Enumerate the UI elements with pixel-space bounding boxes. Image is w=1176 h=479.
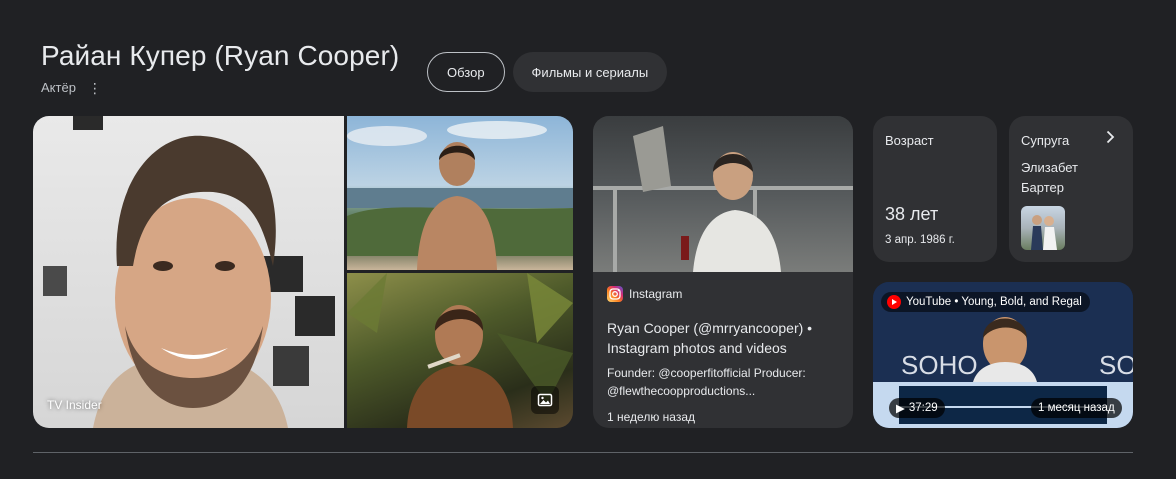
main-photo[interactable]: TV Insider xyxy=(33,116,344,428)
spouse-card[interactable]: Супруга Элизабет Бартер xyxy=(1009,116,1133,262)
instagram-thumbnail xyxy=(593,116,853,272)
instagram-source: Instagram xyxy=(607,286,839,302)
age-label: Возраст xyxy=(885,133,934,148)
play-icon: ▶ xyxy=(896,403,905,415)
image-icon[interactable] xyxy=(531,386,559,414)
tab-bar: Обзор Фильмы и сериалы xyxy=(427,52,668,92)
svg-text:SOHO: SOHO xyxy=(901,350,978,380)
spouse-photo[interactable] xyxy=(1021,206,1065,250)
youtube-icon xyxy=(887,295,901,309)
beach-photo-art xyxy=(347,121,573,270)
video-source-label: YouTube • Young, Bold, and Regal xyxy=(906,296,1082,308)
photo-grid: TV Insider xyxy=(33,116,573,428)
main-photo-art xyxy=(43,116,335,428)
tab-overview[interactable]: Обзор xyxy=(427,52,505,92)
youtube-play-glyph xyxy=(892,299,897,305)
instagram-thumb-art xyxy=(593,126,853,272)
image-glyph xyxy=(537,393,553,407)
video-age: 1 месяц назад xyxy=(1038,402,1115,414)
age-card: Возраст 38 лет 3 апр. 1986 г. xyxy=(873,116,997,262)
age-value: 38 лет xyxy=(885,204,939,224)
subtitle-row: Актёр ⋮ xyxy=(41,80,399,95)
instagram-body: Instagram Ryan Cooper (@mrryancooper) • … xyxy=(607,286,839,424)
video-duration: 37:29 xyxy=(908,402,938,414)
instagram-title[interactable]: Ryan Cooper (@mrryancooper) • Instagram … xyxy=(607,318,839,358)
spouse-photo-art xyxy=(1031,215,1057,250)
spouse-label: Супруга xyxy=(1021,133,1070,148)
spouse-name[interactable]: Элизабет Бартер xyxy=(1021,158,1121,198)
instagram-date: 1 неделю назад xyxy=(607,410,696,424)
chevron-right-icon xyxy=(1106,130,1115,144)
photo-source-caption: TV Insider xyxy=(47,398,102,412)
entity-header: Райан Купер (Ryan Cooper) Актёр ⋮ xyxy=(41,40,399,95)
instagram-icon xyxy=(607,286,623,302)
instagram-source-label: Instagram xyxy=(629,287,683,301)
tab-overview-label: Обзор xyxy=(447,64,485,80)
tab-movies-label: Фильмы и сериалы xyxy=(531,64,649,80)
jungle-photo[interactable] xyxy=(347,273,573,428)
birth-date: 3 апр. 1986 г. xyxy=(885,234,955,246)
tab-movies-and-series[interactable]: Фильмы и сериалы xyxy=(512,52,668,92)
video-card[interactable]: SOHO SO YouTube • Young, Bold, and Regal… xyxy=(873,282,1133,428)
section-divider xyxy=(33,452,1133,453)
video-duration-badge: ▶ 37:29 xyxy=(889,398,945,418)
page-title: Райан Купер (Ryan Cooper) xyxy=(41,40,400,71)
instagram-card[interactable]: Instagram Ryan Cooper (@mrryancooper) • … xyxy=(593,116,853,428)
video-age-badge: 1 месяц назад xyxy=(1031,398,1122,418)
more-vert-icon[interactable]: ⋮ xyxy=(88,81,102,95)
entity-subtitle: Актёр xyxy=(41,80,76,95)
beach-photo[interactable] xyxy=(347,116,573,270)
svg-text:SO: SO xyxy=(1099,350,1133,380)
video-source: YouTube • Young, Bold, and Regal xyxy=(881,292,1090,312)
instagram-description: Founder: @cooperfitofficial Producer: @f… xyxy=(607,366,806,398)
